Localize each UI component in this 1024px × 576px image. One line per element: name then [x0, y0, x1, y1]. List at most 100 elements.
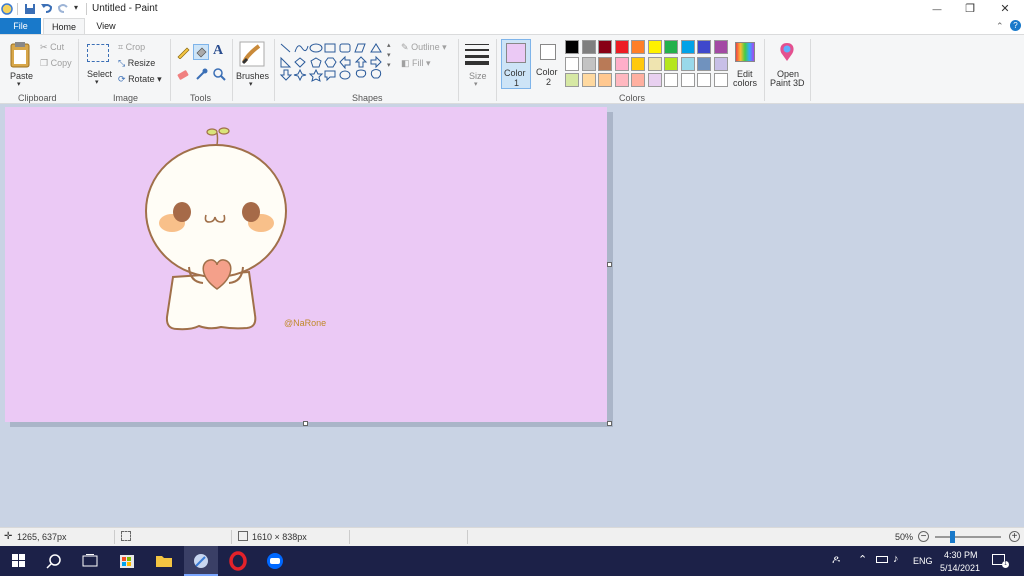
- pencil-icon[interactable]: [176, 45, 190, 60]
- text-icon[interactable]: A: [213, 43, 223, 59]
- cut-button[interactable]: ✂ Cut: [40, 42, 64, 53]
- paint-taskbar-icon: [194, 554, 208, 568]
- fill-icon[interactable]: [193, 44, 209, 60]
- sprout-stem: [216, 132, 219, 146]
- palette-swatch[interactable]: [565, 56, 579, 71]
- taskbar-paint-active[interactable]: [184, 546, 218, 576]
- start-button[interactable]: [8, 551, 30, 571]
- resize-handle-bottom[interactable]: [303, 421, 308, 426]
- color1-button[interactable]: Color 1: [501, 39, 531, 89]
- sprout-leaf-right: [218, 127, 230, 135]
- restore-button[interactable]: ❐: [953, 0, 987, 18]
- task-view-button[interactable]: [79, 551, 101, 571]
- ribbon: Paste ▾ ✂ Cut ❐ Copy Clipboard Select ▾ …: [0, 34, 1024, 104]
- palette-swatch[interactable]: [680, 56, 695, 71]
- palette-swatch[interactable]: [581, 40, 596, 54]
- palette-swatch[interactable]: [614, 40, 629, 54]
- palette-swatch[interactable]: [713, 56, 728, 71]
- palette-swatch[interactable]: [647, 73, 662, 87]
- rotate-button[interactable]: ⟳ Rotate ▾: [118, 74, 162, 85]
- zoom-slider-track[interactable]: [935, 536, 1001, 538]
- clock-date[interactable]: 5/14/2021: [940, 563, 980, 573]
- paste-button[interactable]: Paste ▾: [6, 39, 34, 88]
- customize-qat-icon[interactable]: ▾: [74, 3, 78, 12]
- palette-swatch[interactable]: [631, 73, 645, 87]
- eraser-icon[interactable]: [176, 67, 190, 81]
- palette-swatch[interactable]: [664, 73, 678, 87]
- tools-group-label: Tools: [190, 93, 212, 103]
- shapes-scroll-icon[interactable]: ▴ ▾ ▾: [387, 41, 391, 71]
- brushes-button[interactable]: Brushes ▾: [236, 39, 269, 88]
- open-paint3d-button[interactable]: Open Paint 3D: [768, 39, 806, 89]
- save-icon[interactable]: [24, 3, 36, 15]
- tab-view[interactable]: View: [86, 18, 126, 34]
- people-icon[interactable]: ዶ: [832, 554, 840, 567]
- palette-swatch[interactable]: [598, 56, 612, 71]
- task-view-icon: [82, 554, 98, 567]
- edit-colors-button[interactable]: Edit colors: [730, 39, 760, 89]
- paint-app-icon[interactable]: [1, 3, 13, 15]
- palette-swatch[interactable]: [680, 40, 695, 54]
- volume-icon[interactable]: ♪: [893, 553, 899, 565]
- search-button[interactable]: [44, 551, 66, 571]
- resize-handle-right[interactable]: [607, 262, 612, 267]
- minimize-button[interactable]: —: [920, 0, 954, 18]
- palette-swatch[interactable]: [598, 40, 612, 54]
- show-hidden-icons[interactable]: ⌃: [858, 553, 867, 566]
- zoom-in-button[interactable]: +: [1009, 531, 1020, 542]
- tab-file[interactable]: File: [0, 18, 41, 34]
- palette-swatch[interactable]: [664, 56, 678, 71]
- palette-swatch[interactable]: [598, 73, 612, 87]
- collapse-ribbon-icon[interactable]: ⌃: [996, 21, 1004, 32]
- palette-swatch[interactable]: [680, 73, 695, 87]
- palette-swatch[interactable]: [713, 73, 728, 87]
- resize-button[interactable]: ⤡ Resize: [118, 58, 155, 69]
- color-picker-icon[interactable]: [195, 67, 209, 81]
- palette-swatch[interactable]: [614, 56, 629, 71]
- copy-button[interactable]: ❐ Copy: [40, 58, 72, 69]
- undo-icon[interactable]: [40, 2, 53, 15]
- palette-swatch[interactable]: [697, 73, 711, 87]
- color2-button[interactable]: Color 2: [534, 39, 564, 89]
- taskbar-zalo[interactable]: [264, 551, 286, 571]
- outline-dropdown[interactable]: ✎ Outline ▾: [401, 42, 447, 53]
- taskbar-file-explorer[interactable]: [153, 551, 175, 571]
- redo-icon[interactable]: [57, 2, 70, 15]
- taskbar-app-store[interactable]: [116, 551, 138, 571]
- tab-home[interactable]: Home: [43, 18, 85, 35]
- palette-swatch[interactable]: [565, 40, 579, 54]
- taskbar-opera[interactable]: [227, 551, 249, 571]
- taskbar: ዶ ⌃ ♪ ENG 4:30 PM 5/14/2021 1: [0, 546, 1024, 576]
- palette-swatch[interactable]: [713, 40, 728, 54]
- palette-swatch[interactable]: [647, 40, 662, 54]
- palette-swatch[interactable]: [581, 56, 596, 71]
- colors-group-label: Colors: [619, 93, 646, 103]
- palette-swatch[interactable]: [581, 73, 596, 87]
- drawing-canvas[interactable]: @NaRone: [5, 107, 607, 422]
- crop-button[interactable]: ⌗ Crop: [118, 42, 145, 53]
- palette-swatch[interactable]: [631, 40, 645, 54]
- palette-swatch[interactable]: [565, 73, 579, 87]
- zoom-slider-thumb[interactable]: [949, 531, 955, 543]
- palette-swatch[interactable]: [697, 56, 711, 71]
- edit-colors-icon: [735, 42, 755, 62]
- clock-time[interactable]: 4:30 PM: [944, 550, 978, 560]
- palette-swatch[interactable]: [614, 73, 629, 87]
- zoom-out-button[interactable]: −: [918, 531, 929, 542]
- image-group-label: Image: [113, 93, 139, 103]
- palette-swatch[interactable]: [647, 56, 662, 71]
- language-indicator[interactable]: ENG: [913, 556, 933, 566]
- close-button[interactable]: ✕: [988, 0, 1022, 18]
- size-button[interactable]: Size ▾: [462, 39, 492, 88]
- fill-dropdown[interactable]: ◧ Fill ▾: [401, 58, 431, 69]
- select-button[interactable]: Select ▾: [85, 39, 112, 87]
- shapes-gallery[interactable]: [278, 41, 388, 89]
- help-icon[interactable]: ?: [1010, 20, 1021, 31]
- magnifier-icon[interactable]: [212, 67, 226, 81]
- color2-swatch: [540, 44, 556, 60]
- palette-swatch[interactable]: [664, 40, 678, 54]
- battery-icon[interactable]: [876, 556, 888, 563]
- resize-handle-corner[interactable]: [607, 421, 612, 426]
- palette-swatch[interactable]: [697, 40, 711, 54]
- palette-swatch[interactable]: [631, 56, 645, 71]
